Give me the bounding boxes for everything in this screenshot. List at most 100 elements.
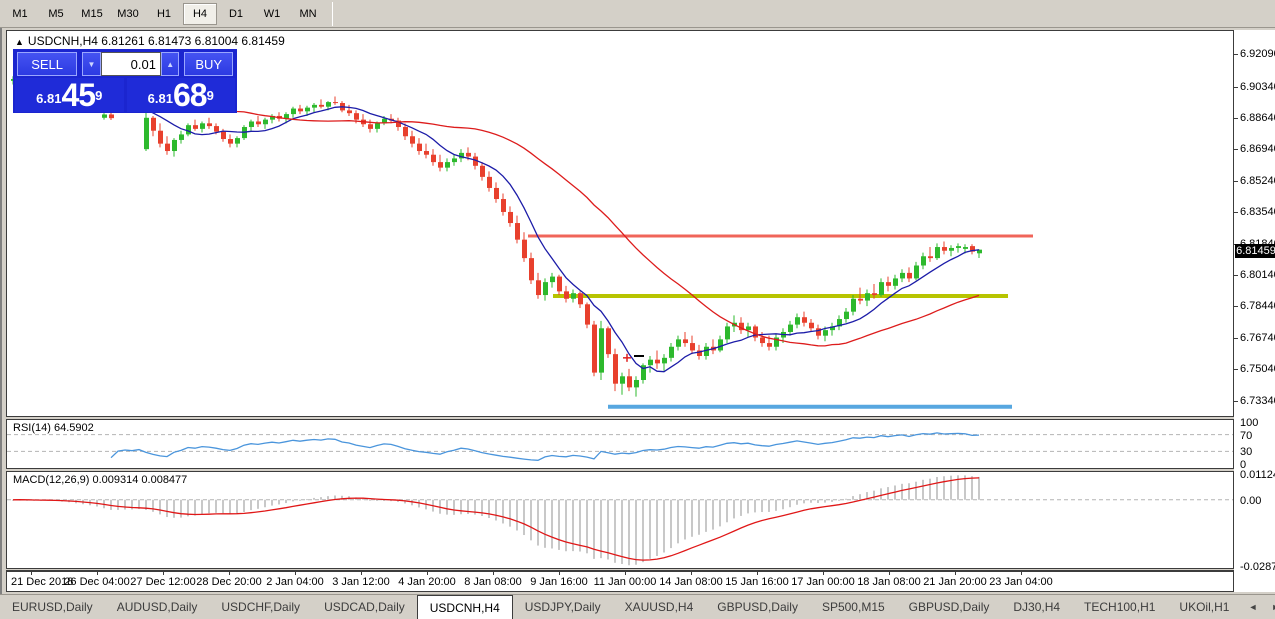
candle (424, 151, 429, 155)
time-axis-tick (163, 572, 164, 575)
macd-histogram-bar (285, 500, 287, 503)
macd-histogram-bar (495, 500, 497, 521)
candle (410, 136, 415, 143)
macd-histogram-bar (313, 498, 315, 500)
timeframe-button-m30[interactable]: M30 (111, 3, 145, 25)
tab-eurusd[interactable]: EURUSD,Daily (0, 595, 105, 619)
price-axis-tick (1234, 87, 1238, 88)
macd-histogram-bar (733, 500, 735, 519)
time-axis-value: 2 Jan 04:00 (266, 576, 324, 588)
candle (368, 124, 373, 129)
time-axis-value: 21 Jan 20:00 (923, 576, 987, 588)
candle (543, 282, 548, 295)
price-axis-value: 6.73340 (1240, 395, 1275, 407)
candle (186, 125, 191, 134)
macd-histogram-bar (530, 500, 532, 541)
candle (326, 102, 331, 107)
macd-histogram-bar (376, 500, 378, 501)
time-axis-tick (625, 572, 626, 575)
timeframe-button-m15[interactable]: M15 (75, 3, 109, 25)
time-axis-value: 27 Dec 12:00 (130, 576, 195, 588)
tab-usdcad[interactable]: USDCAD,Daily (312, 595, 417, 619)
macd-histogram-bar (600, 500, 602, 558)
candle (802, 317, 807, 323)
macd-histogram-bar (250, 500, 252, 510)
timeframe-button-h1[interactable]: H1 (147, 3, 181, 25)
tab-usdcnh[interactable]: USDCNH,H4 (417, 595, 513, 619)
sell-button[interactable]: SELL (17, 52, 77, 76)
macd-histogram-bar (180, 500, 182, 518)
macd-histogram-bar (558, 500, 560, 550)
candle (347, 110, 352, 113)
tab-usdjpy[interactable]: USDJPY,Daily (513, 595, 613, 619)
tab-scroll-left-icon[interactable]: ◄ (1241, 595, 1264, 619)
candle (466, 153, 471, 157)
price-axis-value: 6.75040 (1240, 363, 1275, 375)
timeframe-button-m1[interactable]: M1 (3, 3, 37, 25)
chart-title-text: USDCNH,H4 6.81261 6.81473 6.81004 6.8145… (28, 34, 285, 48)
sell-price-display[interactable]: 6.81459 (15, 78, 124, 112)
tab-scroll-right-icon[interactable]: ► (1264, 595, 1275, 619)
tab-tech100[interactable]: TECH100,H1 (1072, 595, 1167, 619)
macd-histogram-bar (229, 500, 231, 514)
price-axis-tick (1234, 401, 1238, 402)
timeframe-toolbar: M1M5M15M30H1H4D1W1MN (0, 0, 1275, 28)
collapse-icon[interactable]: ▲ (15, 37, 24, 47)
candle (634, 380, 639, 387)
time-axis-tick (295, 572, 296, 575)
volume-input[interactable]: 0.01 (101, 52, 161, 76)
tab-dj30[interactable]: DJ30,H4 (1001, 595, 1072, 619)
slow-ma-line (13, 78, 979, 346)
macd-histogram-bar (768, 500, 770, 512)
macd-histogram-bar (299, 500, 301, 501)
timeframe-button-m5[interactable]: M5 (39, 3, 73, 25)
timeframe-button-mn[interactable]: MN (291, 3, 325, 25)
volume-increase-button[interactable]: ▲ (161, 52, 179, 76)
macd-histogram-bar (726, 500, 728, 523)
macd-label: MACD(12,26,9) 0.009314 0.008477 (13, 474, 187, 486)
macd-histogram-bar (278, 500, 280, 505)
volume-decrease-button[interactable]: ▼ (82, 52, 100, 76)
candle (844, 312, 849, 319)
macd-panel[interactable]: MACD(12,26,9) 0.009314 0.008477 (6, 471, 1234, 569)
candle (438, 162, 443, 168)
macd-histogram-bar (684, 500, 686, 540)
sell-price-main: 45 (61, 80, 95, 110)
macd-histogram-bar (621, 500, 623, 564)
macd-histogram-bar (789, 500, 791, 507)
timeframe-button-h4[interactable]: H4 (183, 3, 217, 25)
buy-button[interactable]: BUY (184, 52, 233, 76)
tab-gbpusd[interactable]: GBPUSD,Daily (705, 595, 810, 619)
macd-histogram-bar (803, 500, 805, 504)
candle (305, 108, 310, 112)
candle (669, 347, 674, 358)
candle (144, 118, 149, 149)
candle (298, 109, 303, 112)
macd-histogram-bar (152, 500, 154, 512)
candle (151, 118, 156, 131)
arrow-down-icon: ▼ (87, 60, 95, 69)
tab-gbpusd[interactable]: GBPUSD,Daily (897, 595, 1002, 619)
time-axis-tick (823, 572, 824, 575)
candle (872, 293, 877, 295)
candle (417, 144, 422, 151)
candle (823, 330, 828, 336)
main-chart-panel[interactable]: ▲ USDCNH,H4 6.81261 6.81473 6.81004 6.814… (6, 30, 1234, 417)
timeframe-button-w1[interactable]: W1 (255, 3, 289, 25)
macd-histogram-bar (705, 500, 707, 532)
price-axis[interactable]: 6.920906.903406.886406.869406.852406.835… (1234, 30, 1275, 592)
macd-histogram-bar (537, 500, 539, 546)
rsi-panel[interactable]: RSI(14) 64.5902 (6, 419, 1234, 469)
time-axis-value: 18 Jan 08:00 (857, 576, 921, 588)
tab-audusd[interactable]: AUDUSD,Daily (105, 595, 210, 619)
macd-histogram-bar (817, 500, 819, 503)
buy-price-display[interactable]: 6.81689 (127, 78, 236, 112)
tab-xauusd[interactable]: XAUUSD,H4 (613, 595, 706, 619)
time-axis[interactable]: 21 Dec 201826 Dec 04:0027 Dec 12:0028 De… (6, 570, 1234, 592)
tab-usdchf[interactable]: USDCHF,Daily (209, 595, 312, 619)
timeframe-button-d1[interactable]: D1 (219, 3, 253, 25)
tab-sp500[interactable]: SP500,M15 (810, 595, 897, 619)
candle (165, 144, 170, 151)
tab-ukoil[interactable]: UKOil,H1 (1167, 595, 1241, 619)
candle (718, 339, 723, 350)
